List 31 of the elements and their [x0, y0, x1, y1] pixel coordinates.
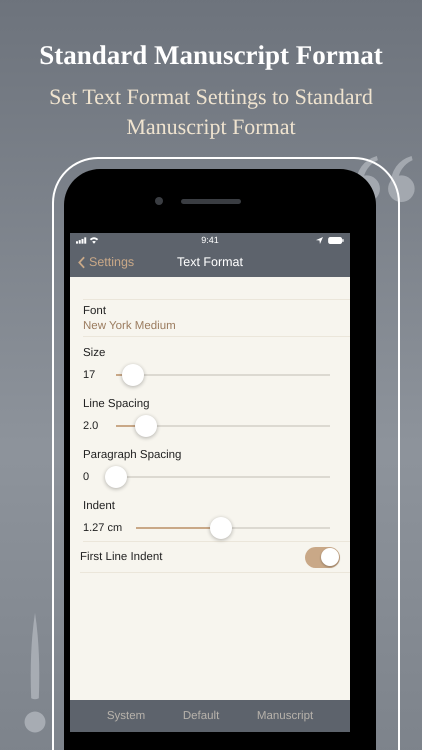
camera-icon [155, 197, 163, 205]
toolbar-button[interactable]: Default [180, 708, 222, 724]
setting-label: Indent [83, 500, 115, 512]
setting-label: Size [83, 347, 106, 359]
headline: Standard Manuscript Format [39, 39, 383, 72]
screen-title: Text Format [176, 255, 244, 269]
font-label: Font [83, 304, 108, 319]
toolbar-button[interactable]: System [104, 708, 148, 724]
slider-thumb[interactable] [105, 466, 127, 488]
slider-thumb[interactable] [122, 364, 144, 386]
slider-thumb[interactable] [210, 517, 232, 539]
slider-value: 2.0 [83, 420, 100, 432]
battery-icon [328, 236, 344, 244]
slider-value: 1.27 cm [83, 522, 124, 534]
status-time: 9:41 [200, 235, 220, 245]
setting-label: Paragraph Spacing [83, 449, 182, 461]
chevron-left-icon [78, 256, 85, 268]
location-icon [316, 236, 323, 244]
toggle-label: First Line Indent [80, 551, 162, 563]
slider-thumb[interactable] [134, 415, 157, 437]
toggle-switch[interactable] [305, 546, 340, 568]
toolbar-button[interactable]: Manuscript [254, 708, 316, 724]
wifi-icon [89, 236, 99, 244]
font-value[interactable]: New York Medium [83, 319, 350, 334]
subtitle: Set Text Format Settings to Standard Manuscript Format [48, 83, 374, 141]
slider-value: 17 [83, 369, 96, 381]
setting-label: Line Spacing [83, 398, 150, 410]
back-button[interactable]: Settings [70, 255, 134, 269]
slider-value: 0 [83, 471, 90, 483]
signal-icon [76, 236, 87, 244]
speaker-icon [181, 198, 241, 204]
